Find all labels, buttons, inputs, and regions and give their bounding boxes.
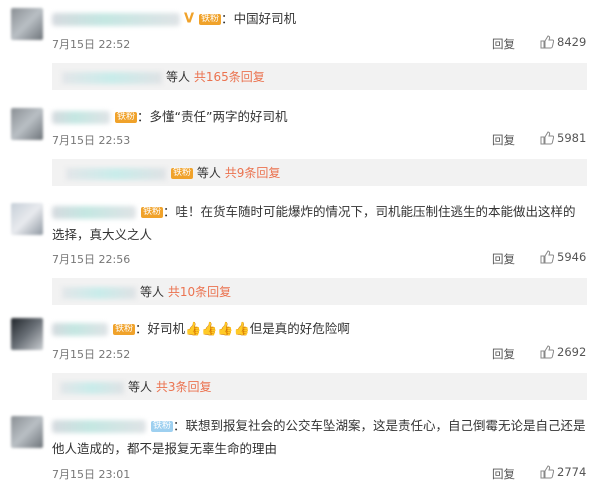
verified-icon: V: [183, 11, 195, 27]
comment-line: 铁粉 ：好司机👍👍👍👍但是真的好危险啊: [52, 320, 350, 339]
timestamp: 7月15日 22:52: [52, 348, 131, 361]
sub-replies[interactable]: 等人 共165条回复: [52, 63, 587, 90]
reply-count-link[interactable]: 共165条回复: [194, 70, 265, 84]
timestamp: 7月15日 22:56: [52, 253, 131, 266]
sub-username: [66, 167, 166, 180]
comment-text-continued: 他人造成的，都不是报复无辜生命的理由: [52, 441, 278, 456]
comment-line: 铁粉 ：联想到报复社会的公交车坠湖案，这是责任心，自己倒霉无论是自己还是: [52, 417, 586, 435]
like-count: 2774: [557, 465, 587, 479]
like-button[interactable]: 8429: [540, 35, 586, 49]
like-count: 5946: [557, 250, 587, 264]
like-button[interactable]: 2774: [540, 465, 586, 479]
thumbs-up-icon: [540, 35, 555, 49]
timestamp: 7月15日 22:52: [52, 38, 131, 51]
like-button[interactable]: 5946: [540, 250, 586, 264]
like-count: 5981: [557, 131, 587, 145]
timestamp: 7月15日 22:53: [52, 134, 131, 147]
timestamp: 7月15日 23:01: [52, 468, 131, 481]
comment-line: 铁粉 ：哇！在货车随时可能爆炸的情况下，司机能压制住逃生的本能做出这样的: [52, 203, 576, 221]
fan-badge: 铁粉: [199, 14, 222, 25]
fan-badge: 铁粉: [114, 112, 137, 123]
thumbs-up-icon: [540, 465, 555, 479]
thumbs-up-icon: [540, 131, 555, 145]
avatar[interactable]: [11, 108, 43, 140]
sub-label: 等人: [128, 380, 153, 394]
reply-count-link[interactable]: 共9条回复: [225, 166, 281, 180]
comment-line: 铁粉 ：多懂“责任”两字的好司机: [52, 108, 287, 126]
sub-label: 等人: [196, 166, 221, 180]
like-count: 2692: [557, 345, 587, 359]
comment-text: 联想到报复社会的公交车坠湖案，这是责任心，自己倒霉无论是自己还是: [185, 418, 586, 433]
like-button[interactable]: 5981: [540, 131, 586, 145]
reply-button[interactable]: 回复: [492, 132, 515, 148]
like-button[interactable]: 2692: [540, 345, 586, 359]
reply-count-link[interactable]: 共3条回复: [156, 380, 212, 394]
reply-button[interactable]: 回复: [492, 251, 515, 267]
reply-button[interactable]: 回复: [492, 346, 515, 362]
avatar[interactable]: [11, 416, 43, 448]
thumbs-up-icon: [540, 345, 555, 359]
avatar[interactable]: [11, 8, 43, 40]
sub-label: 等人: [166, 70, 191, 84]
like-count: 8429: [557, 35, 587, 49]
reply-count-link[interactable]: 共10条回复: [168, 285, 231, 299]
username[interactable]: [52, 206, 136, 219]
comment-text-b: 但是真的好危险啊: [249, 321, 350, 336]
sub-replies[interactable]: 等人 共10条回复: [52, 278, 587, 305]
comment-text-continued: 选择，真大义之人: [52, 227, 153, 242]
sub-replies[interactable]: 铁粉 等人 共9条回复: [52, 159, 587, 186]
username[interactable]: [52, 420, 146, 433]
sub-username: [62, 71, 162, 84]
thumbs-emoji: 👍👍👍👍: [185, 322, 250, 337]
comment-line: V 铁粉 ：中国好司机: [52, 10, 296, 29]
fan-badge: 铁粉: [140, 207, 163, 218]
sub-label: 等人: [140, 285, 165, 299]
fan-badge: 铁粉: [171, 168, 194, 179]
reply-button[interactable]: 回复: [492, 466, 515, 482]
sub-replies[interactable]: 等人 共3条回复: [52, 373, 587, 400]
comment-text: 中国好司机: [233, 11, 297, 26]
username[interactable]: [52, 323, 108, 336]
fan-badge: 铁粉: [112, 324, 135, 335]
avatar[interactable]: [11, 203, 43, 235]
reply-button[interactable]: 回复: [492, 36, 515, 52]
comment-text: 哇！在货车随时可能爆炸的情况下，司机能压制住逃生的本能做出这样的: [175, 204, 576, 219]
comment-text: 多懂“责任”两字的好司机: [149, 109, 288, 124]
fan-badge: 铁粉: [150, 421, 173, 432]
thumbs-up-icon: [540, 250, 555, 264]
sub-username: [62, 286, 136, 299]
avatar[interactable]: [11, 318, 43, 350]
comment-text: 好司机: [147, 321, 186, 336]
username[interactable]: [52, 111, 110, 124]
sub-username: [60, 381, 124, 394]
username[interactable]: [52, 13, 180, 26]
